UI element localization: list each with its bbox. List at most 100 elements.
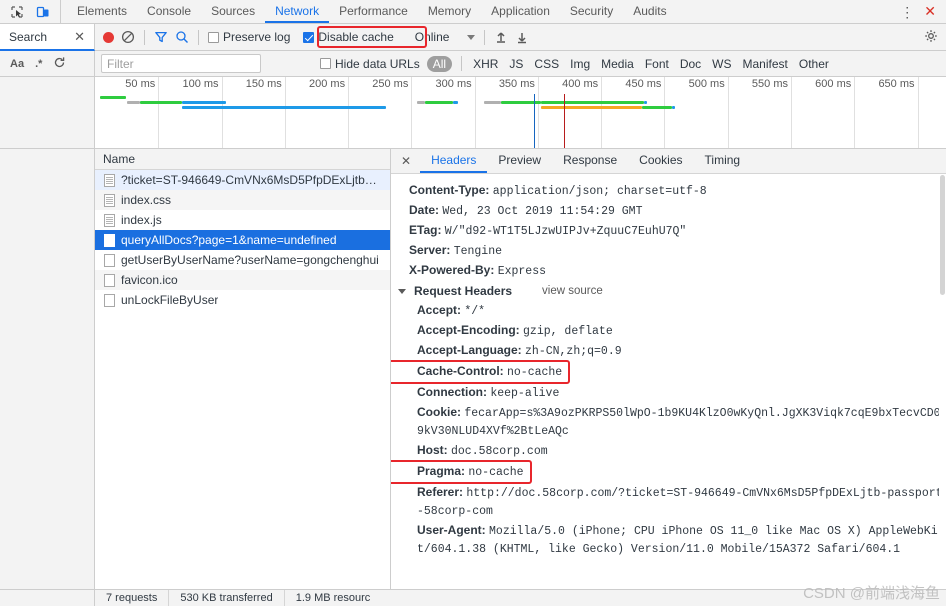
export-har-icon[interactable] [515,30,529,44]
filter-divider [461,56,463,71]
preserve-log-checkbox[interactable]: Preserve log [208,30,290,44]
filter-type-other[interactable]: Other [797,57,831,71]
overview-tick-label: 550 ms [751,78,788,90]
table-row[interactable]: queryAllDocs?page=1&name=undefined [95,230,390,250]
table-row[interactable]: index.css [95,190,390,210]
tab-security[interactable]: Security [560,0,623,23]
close-icon[interactable]: ✕ [924,3,936,20]
detail-scrollbar[interactable] [939,175,946,590]
header-value: gzip, deflate [523,325,613,338]
filter-input[interactable] [101,54,261,73]
filter-type-img[interactable]: Img [568,57,592,71]
overview-request-bar [181,106,387,109]
request-rows: ?ticket=ST-946649-CmVNx6MsD5PfpDExLjtb… i… [95,170,390,310]
generic-file-icon [104,233,115,247]
search-drawer-tab[interactable]: Search ✕ [0,24,95,51]
throttling-dropdown[interactable]: Online [415,30,476,44]
header-value: Tengine [453,245,503,258]
tab-audits[interactable]: Audits [623,0,676,23]
disable-cache-box [303,31,315,43]
refresh-icon[interactable] [53,56,66,72]
table-row[interactable]: index.js [95,210,390,230]
overview-tick: 500 ms [689,77,729,148]
detail-close-icon[interactable]: ✕ [391,149,420,173]
filter-funnel-icon[interactable] [154,30,168,44]
header-name: User-Agent: [417,523,490,537]
filter-type-css[interactable]: CSS [532,57,561,71]
header-name: Content-Type: [409,183,493,197]
request-name: getUserByUserName?userName=gongchenghui [121,253,379,267]
tab-console[interactable]: Console [137,0,201,23]
view-source-link[interactable]: view source [542,285,603,297]
tab-network[interactable]: Network [265,0,330,23]
table-row[interactable]: getUserByUserName?userName=gongchenghui [95,250,390,270]
request-headers-section-header[interactable]: Request Headers view source [391,281,946,301]
generic-file-icon [104,293,115,307]
filter-type-ws[interactable]: WS [710,57,733,71]
filter-type-js[interactable]: JS [507,57,525,71]
tab-performance[interactable]: Performance [329,0,418,23]
hide-data-urls-checkbox[interactable]: Hide data URLs [320,57,420,71]
header-value: http://doc.58corp.com/?ticket=ST-946649-… [417,487,943,518]
response-headers-list: Content-Type: application/json; charset=… [391,181,946,281]
search-icon[interactable] [175,30,189,44]
device-toggle-icon[interactable] [35,4,51,20]
headers-content: Content-Type: application/json; charset=… [391,174,946,590]
overview-tick-label: 350 ms [498,78,535,90]
header-row: Referer: http://doc.58corp.com/?ticket=S… [391,483,946,521]
document-icon [104,193,115,207]
more-vertical-icon[interactable]: ⋮ [900,5,914,19]
table-row[interactable]: unLockFileByUser [95,290,390,310]
header-value: W/"d92-WT1T5LJzwUIPJv+ZquuC7EuhU7Q" [444,225,687,238]
record-button[interactable] [103,31,114,43]
header-row: Server: Tengine [391,241,946,261]
gear-icon[interactable] [924,29,938,46]
overview-tick: 650 ms [878,77,919,148]
chevron-down-icon [467,34,476,40]
search-close-icon[interactable]: ✕ [74,29,85,45]
toolbar-divider-1 [144,29,145,45]
document-icon [104,213,115,227]
request-list-pane: Name ?ticket=ST-946649-CmVNx6MsD5PfpDExL… [95,149,391,590]
status-bar: 7 requests 530 KB transferred 1.9 MB res… [0,589,946,606]
regex-icon[interactable]: .* [35,58,42,70]
tab-memory[interactable]: Memory [418,0,481,23]
inspect-cursor-icon[interactable] [9,4,25,20]
filter-type-media[interactable]: Media [599,57,636,71]
filter-bar: Hide data URLs All XHR JS CSS Img Media … [95,51,946,76]
tab-headers[interactable]: Headers [420,149,488,173]
request-name: unLockFileByUser [121,293,219,307]
import-har-icon[interactable] [494,30,508,44]
tab-elements[interactable]: Elements [67,0,137,23]
table-row[interactable]: ?ticket=ST-946649-CmVNx6MsD5PfpDExLjtb… [95,170,390,190]
tab-sources[interactable]: Sources [201,0,265,23]
filter-type-font[interactable]: Font [643,57,671,71]
overview-request-bar [453,101,459,104]
header-name: Host: [417,443,451,457]
filter-type-all[interactable]: All [426,55,453,72]
search-tab-label: Search [9,29,48,44]
filter-type-manifest[interactable]: Manifest [741,57,790,71]
tab-timing[interactable]: Timing [694,149,752,173]
tab-application[interactable]: Application [481,0,560,23]
overview-tick-label: 100 ms [182,78,219,90]
tab-cookies[interactable]: Cookies [628,149,693,173]
tab-preview[interactable]: Preview [487,149,552,173]
clear-network-icon[interactable] [121,30,135,44]
match-case-icon[interactable]: Aa [10,58,24,70]
overview-request-bar [139,101,182,104]
request-name: ?ticket=ST-946649-CmVNx6MsD5PfpDExLjtb… [121,173,377,187]
overview-timeline[interactable]: 50 ms 100 ms 150 ms 200 ms 250 ms 300 ms 350 m… [95,77,946,148]
overview-tick: 300 ms [436,77,476,148]
tab-response[interactable]: Response [552,149,628,173]
preserve-log-box [208,31,219,43]
request-headers-title: Request Headers [414,284,513,298]
header-row: X-Powered-By: Express [391,261,946,281]
table-row[interactable]: favicon.ico [95,270,390,290]
network-toolbar: Preserve log Disable cache Online [95,24,946,50]
overview-request-bar [501,101,542,104]
request-name: favicon.ico [121,273,178,287]
filter-type-doc[interactable]: Doc [678,57,703,71]
disable-cache-checkbox[interactable]: Disable cache [303,30,394,44]
filter-type-xhr[interactable]: XHR [471,57,500,71]
